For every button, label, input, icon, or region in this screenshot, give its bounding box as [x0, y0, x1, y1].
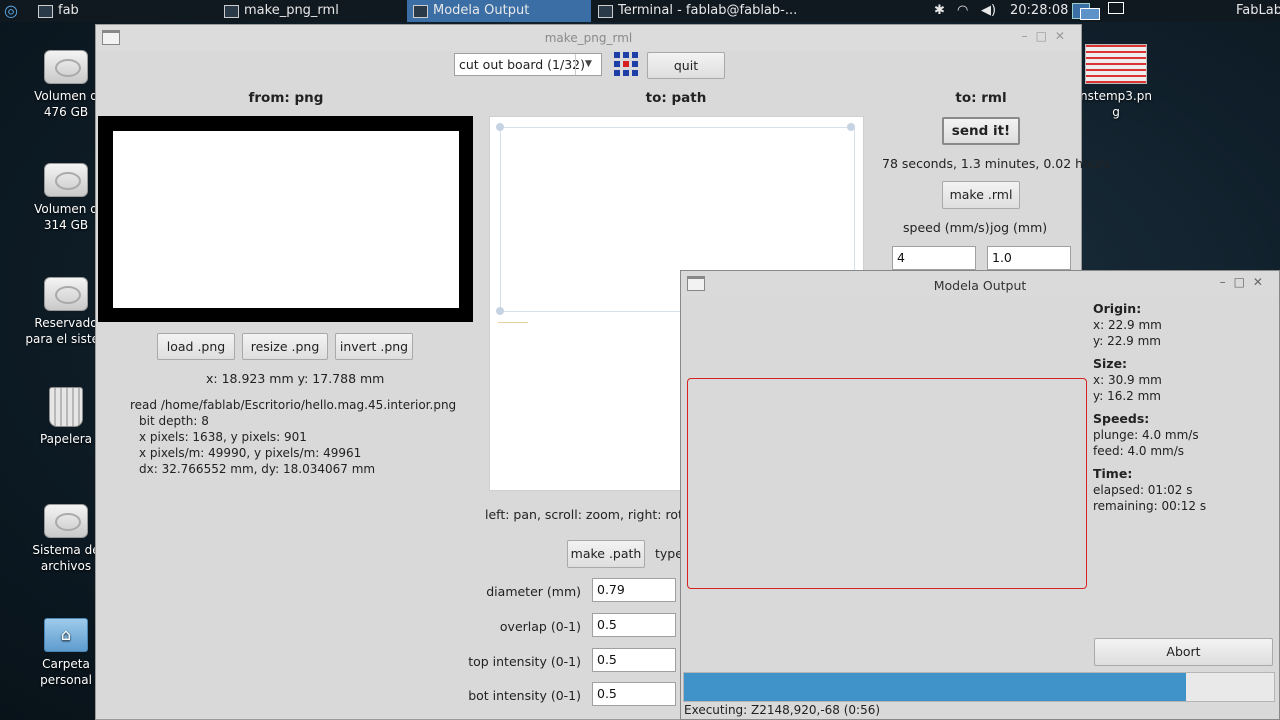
- workspace-switcher[interactable]: [1070, 0, 1124, 22]
- make-rml-button[interactable]: make .rml: [942, 181, 1020, 209]
- remaining-time: remaining: 00:12 s: [1093, 499, 1207, 513]
- x-axis-marker: [498, 322, 528, 323]
- executing-status: Executing: Z2148,920,-68 (0:56): [684, 703, 881, 717]
- to-path-heading: to: path: [645, 90, 707, 106]
- navigation-hint: left: pan, scroll: zoom, right: rotate: [485, 507, 704, 522]
- modela-output-window: Modela Output –□✕ Origin: x: 22.9 mm y: …: [680, 270, 1280, 720]
- file-info-line: dx: 32.766552 mm, dy: 18.034067 mm: [139, 462, 376, 476]
- progress-bar: [683, 672, 1275, 702]
- progress-fill: [684, 673, 1186, 701]
- make-path-button[interactable]: make .path: [567, 540, 645, 568]
- size-x: x: 30.9 mm: [1093, 373, 1162, 387]
- task-modela-output[interactable]: Modela Output: [407, 0, 591, 22]
- plunge-speed: plunge: 4.0 mm/s: [1093, 428, 1199, 442]
- origin-y: y: 22.9 mm: [1093, 334, 1161, 348]
- mode-select[interactable]: cut out board (1/32) ▼: [454, 53, 602, 76]
- origin-heading: Origin:: [1093, 301, 1142, 316]
- path-corner-handle: [496, 307, 504, 315]
- task-label: Modela Output: [433, 3, 530, 18]
- overlap-label: overlap (0-1): [499, 619, 581, 634]
- window-controls[interactable]: –□✕: [1220, 275, 1271, 289]
- task-terminal[interactable]: Terminal - fablab@fablab-...: [598, 0, 797, 22]
- diameter-input[interactable]: 0.79: [592, 578, 676, 602]
- drive-icon: [44, 50, 88, 84]
- user-label[interactable]: FabLab: [1236, 0, 1280, 22]
- path-corner-handle: [847, 123, 855, 131]
- file-info-line: x pixels: 1638, y pixels: 901: [139, 430, 307, 444]
- wifi-icon[interactable]: ◠: [957, 0, 968, 22]
- quit-button[interactable]: quit: [647, 52, 725, 79]
- speed-label: speed (mm/s): [903, 220, 990, 235]
- size-y: y: 16.2 mm: [1093, 389, 1161, 403]
- task-label: Terminal - fablab@fablab-...: [618, 3, 798, 18]
- file-info-line: read /home/fablab/Escritorio/hello.mag.4…: [130, 398, 457, 412]
- fab-logo-icon: [614, 52, 638, 76]
- time-heading: Time:: [1093, 466, 1133, 481]
- mode-select-value: cut out board (1/32): [459, 57, 586, 72]
- speeds-heading: Speeds:: [1093, 411, 1150, 426]
- desktop-icon-label: nstemp3.pn g: [1080, 89, 1152, 119]
- machine-status-panel: Origin: x: 22.9 mm y: 22.9 mm Size: x: 3…: [1093, 301, 1206, 514]
- desktop-icon-label: Carpeta personal: [40, 657, 92, 687]
- chevron-down-icon[interactable]: ▼: [575, 54, 601, 75]
- png-image: [113, 131, 459, 308]
- desktop-icon-label: Papelera: [39, 432, 93, 446]
- task-label: fab: [58, 3, 79, 18]
- bot-intensity-label: bot intensity (0-1): [468, 688, 581, 703]
- volume-icon[interactable]: ◀): [981, 0, 996, 22]
- toolpath-outline: [687, 378, 1087, 589]
- app-menu-icon[interactable]: ◎: [4, 0, 18, 22]
- taskbar: ◎ fab make_png_rml Modela Output Termina…: [0, 0, 1280, 22]
- elapsed-time: elapsed: 01:02 s: [1093, 483, 1193, 497]
- task-label: make_png_rml: [244, 3, 339, 18]
- time-estimate: 78 seconds, 1.3 minutes, 0.02 hours: [882, 156, 1111, 171]
- abort-button[interactable]: Abort: [1094, 638, 1273, 666]
- window-title: make_png_rml: [544, 31, 633, 45]
- jog-input[interactable]: 1.0: [987, 246, 1071, 270]
- task-make-png-rml[interactable]: make_png_rml: [224, 0, 339, 22]
- window-title: Modela Output: [933, 278, 1027, 293]
- overlap-input[interactable]: 0.5: [592, 613, 676, 637]
- type-label: type: [655, 546, 683, 561]
- speed-input[interactable]: 4: [892, 246, 976, 270]
- jog-label: jog (mm): [990, 220, 1048, 235]
- file-info-line: x pixels/m: 49990, y pixels/m: 49961: [139, 446, 362, 460]
- origin-x: x: 22.9 mm: [1093, 318, 1162, 332]
- top-intensity-input[interactable]: 0.5: [592, 648, 676, 672]
- desktop-icon-label: Volumen d 476 GB: [34, 89, 98, 119]
- png-file-info: read /home/fablab/Escritorio/hello.mag.4…: [130, 397, 456, 477]
- clock[interactable]: 20:28:08: [1010, 0, 1068, 22]
- top-intensity-label: top intensity (0-1): [468, 654, 581, 669]
- desktop-icon-nstemp3[interactable]: nstemp3.pn g: [1078, 44, 1154, 120]
- cursor-coordinates: x: 18.923 mm y: 17.788 mm: [206, 371, 385, 386]
- diameter-label: diameter (mm): [486, 584, 581, 599]
- window-titlebar[interactable]: make_png_rml –□✕: [96, 25, 1081, 51]
- bluetooth-icon[interactable]: ✱: [934, 0, 945, 22]
- send-it-button[interactable]: send it!: [942, 117, 1020, 145]
- window-titlebar[interactable]: Modela Output –□✕: [681, 271, 1279, 297]
- drive-icon: [44, 277, 88, 311]
- invert-png-button[interactable]: invert .png: [335, 333, 413, 360]
- home-folder-icon: ⌂: [44, 618, 88, 652]
- to-rml-heading: to: rml: [955, 90, 1007, 106]
- size-heading: Size:: [1093, 356, 1128, 371]
- desktop-icon-label: Sistema de archivos: [32, 543, 100, 573]
- from-png-heading: from: png: [248, 90, 324, 106]
- image-thumbnail-icon: [1085, 44, 1147, 84]
- png-preview[interactable]: [98, 116, 473, 322]
- desktop-icon-label: Volumen d 314 GB: [34, 202, 98, 232]
- trash-icon: [49, 387, 83, 427]
- path-corner-handle: [496, 123, 504, 131]
- window-controls[interactable]: –□✕: [1022, 29, 1073, 43]
- bot-intensity-input[interactable]: 0.5: [592, 682, 676, 706]
- resize-png-button[interactable]: resize .png: [242, 333, 328, 360]
- task-fab[interactable]: fab: [38, 0, 79, 22]
- drive-icon: [44, 504, 88, 538]
- drive-icon: [44, 163, 88, 197]
- file-info-line: bit depth: 8: [139, 414, 209, 428]
- load-png-button[interactable]: load .png: [157, 333, 235, 360]
- feed-speed: feed: 4.0 mm/s: [1093, 444, 1185, 458]
